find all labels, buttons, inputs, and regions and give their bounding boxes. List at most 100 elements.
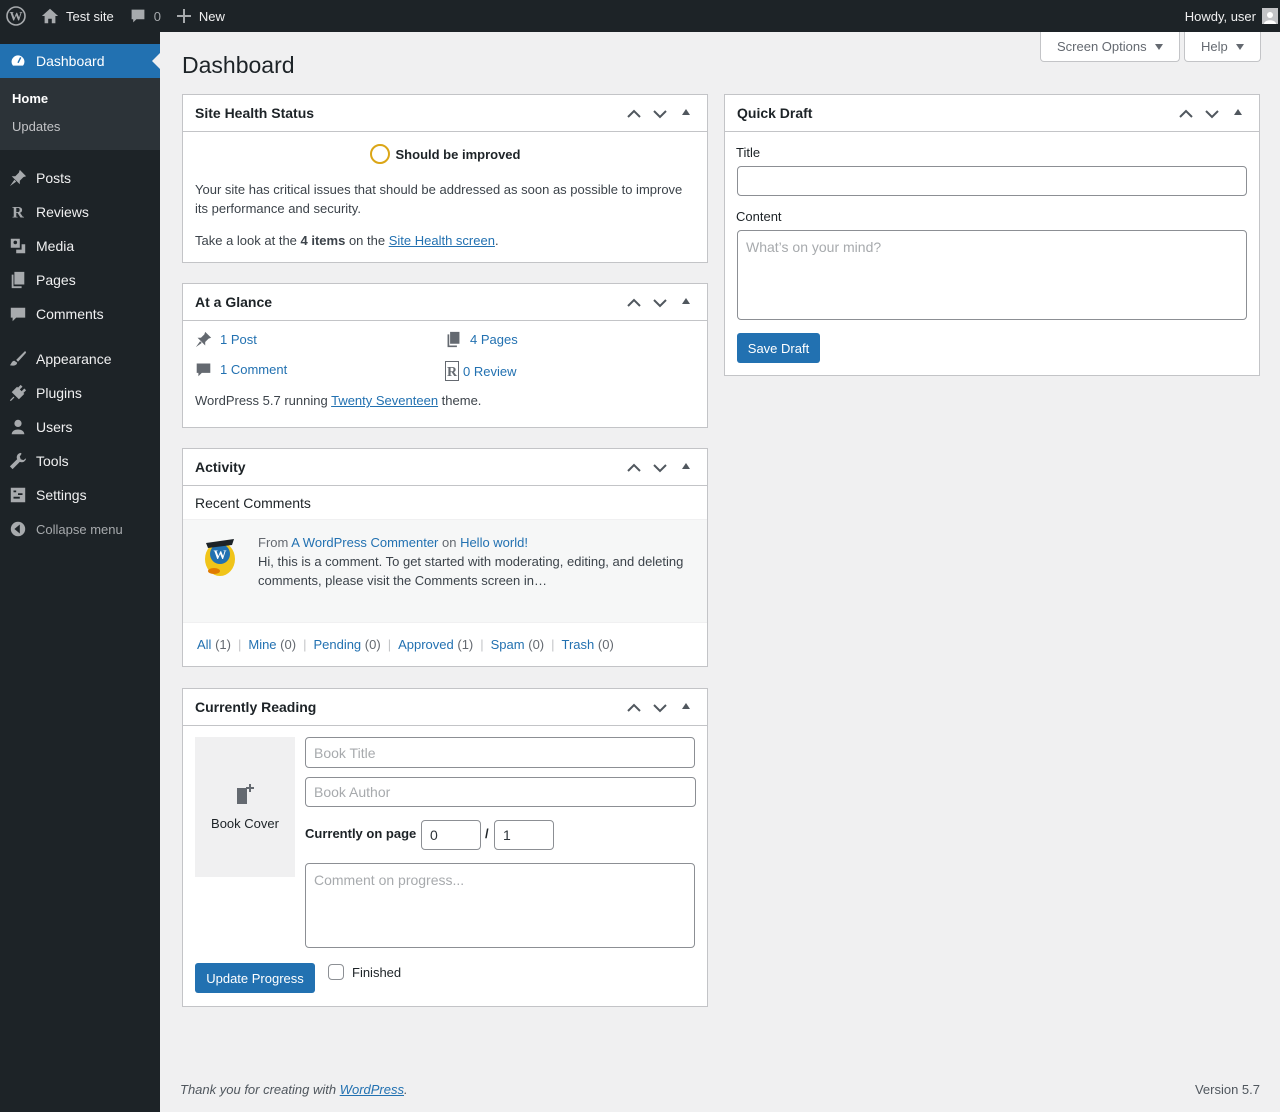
sidebar-item-label: Reviews	[36, 204, 89, 220]
activity-widget: Activity Recent Comments W From A WordPr…	[182, 448, 708, 667]
home-icon	[41, 8, 59, 24]
total-pages-input[interactable]: 1	[494, 820, 554, 850]
filter-mine-link[interactable]: Mine	[248, 637, 276, 652]
screen-options-button[interactable]: Screen Options	[1040, 32, 1180, 62]
comment-post-link[interactable]: Hello world!	[460, 535, 528, 550]
admin-bar: W Test site 0 New Howdy, user	[0, 0, 1280, 32]
widget-title: Activity	[195, 459, 246, 475]
caret-down-icon	[1235, 43, 1244, 50]
book-cover-upload[interactable]: Book Cover	[195, 737, 295, 877]
page-separator: /	[485, 826, 489, 841]
wordpress-link[interactable]: WordPress	[340, 1082, 404, 1097]
footer-version: Version 5.7	[1194, 1082, 1260, 1097]
finished-checkbox[interactable]	[328, 964, 344, 980]
new-label: New	[198, 8, 225, 24]
move-up-icon[interactable]	[621, 96, 647, 132]
comment-excerpt: Hi, this is a comment. To get started wi…	[258, 554, 684, 588]
sidebar-item-appearance[interactable]: Appearance	[0, 342, 160, 376]
book-title-input[interactable]: Book Title	[305, 737, 695, 768]
settings-icon	[0, 486, 36, 504]
collapse-icon	[0, 520, 36, 538]
sidebar-item-reviews[interactable]: R Reviews	[0, 195, 160, 229]
sidebar-item-media[interactable]: Media	[0, 229, 160, 263]
sidebar-item-users[interactable]: Users	[0, 410, 160, 444]
toggle-panel-icon[interactable]	[673, 690, 699, 726]
filter-spam-link[interactable]: Spam	[491, 637, 525, 652]
user-icon	[0, 418, 36, 436]
widget-title: Site Health Status	[195, 105, 315, 121]
comment-filter-links: All (1) | Mine (0) | Pending (0) | Approved…	[197, 637, 614, 652]
filter-trash-link[interactable]: Trash	[562, 637, 595, 652]
toggle-panel-icon[interactable]	[1225, 96, 1251, 132]
filter-all-link[interactable]: All	[197, 637, 211, 652]
move-down-icon[interactable]	[647, 285, 673, 321]
help-label: Help	[1201, 39, 1228, 54]
move-up-icon[interactable]	[1173, 96, 1199, 132]
comments-link[interactable]: 0	[122, 0, 169, 32]
move-down-icon[interactable]	[647, 96, 673, 132]
pin-icon	[195, 331, 212, 348]
draft-content-textarea[interactable]: What’s on your mind?	[737, 230, 1247, 320]
quick-draft-widget: Quick Draft Title Content What’s on your…	[724, 94, 1260, 376]
glance-reviews-link[interactable]: R 0 Review	[445, 361, 516, 381]
submenu-item-home[interactable]: Home	[0, 85, 160, 113]
wp-version-text: WordPress 5.7 running Twenty Seventeen t…	[195, 393, 482, 408]
sidebar-item-label: Pages	[36, 272, 76, 288]
filter-pending-link[interactable]: Pending	[313, 637, 361, 652]
currently-reading-widget: Currently Reading Book Cover Book Title …	[182, 688, 708, 1007]
toggle-panel-icon[interactable]	[673, 285, 699, 321]
book-cover-label: Book Cover	[211, 815, 279, 831]
sidebar-item-label: Tools	[36, 453, 69, 469]
filter-approved-link[interactable]: Approved	[398, 637, 454, 652]
comment-bubble-icon	[131, 9, 145, 23]
sidebar-item-settings[interactable]: Settings	[0, 478, 160, 512]
help-button[interactable]: Help	[1184, 32, 1261, 62]
site-name: Test site	[66, 8, 114, 24]
collapse-menu-button[interactable]: Collapse menu	[0, 512, 160, 546]
sidebar-item-pages[interactable]: Pages	[0, 263, 160, 297]
current-page-input[interactable]: 0	[421, 820, 481, 850]
sidebar-item-plugins[interactable]: Plugins	[0, 376, 160, 410]
dashboard-submenu: Home Updates	[0, 78, 160, 150]
sidebar-item-label: Posts	[36, 170, 72, 186]
sidebar-item-posts[interactable]: Posts	[0, 161, 160, 195]
move-up-icon[interactable]	[621, 450, 647, 486]
submenu-item-updates[interactable]: Updates	[0, 113, 160, 141]
sidebar-item-tools[interactable]: Tools	[0, 444, 160, 478]
move-down-icon[interactable]	[647, 450, 673, 486]
sidebar-item-dashboard[interactable]: Dashboard	[0, 44, 160, 78]
update-progress-button[interactable]: Update Progress	[195, 963, 315, 993]
comment-author-link[interactable]: A WordPress Commenter	[291, 535, 438, 550]
sidebar-item-label: Appearance	[36, 351, 112, 367]
move-down-icon[interactable]	[647, 690, 673, 726]
site-name-link[interactable]: Test site	[33, 0, 122, 32]
theme-link[interactable]: Twenty Seventeen	[331, 393, 438, 408]
brush-icon	[0, 350, 36, 368]
dashboard-icon	[0, 52, 36, 70]
move-up-icon[interactable]	[621, 285, 647, 321]
glance-posts-link[interactable]: 1 Post	[195, 331, 257, 348]
glance-pages-link[interactable]: 4 Pages	[445, 331, 518, 348]
save-draft-button[interactable]: Save Draft	[737, 333, 820, 363]
wordpress-logo-icon[interactable]: W	[0, 0, 33, 32]
current-page-label: Currently on page	[305, 826, 417, 841]
health-status: Should be improved	[183, 144, 707, 164]
health-status-text: Should be improved	[395, 146, 521, 162]
sidebar-item-label: Plugins	[36, 385, 82, 401]
move-up-icon[interactable]	[621, 690, 647, 726]
draft-title-input[interactable]	[737, 166, 1247, 196]
site-health-link[interactable]: Site Health screen	[389, 233, 495, 248]
account-menu[interactable]: Howdy, user	[1177, 0, 1280, 32]
toggle-panel-icon[interactable]	[673, 96, 699, 132]
draft-content-label: Content	[736, 209, 782, 224]
new-content-link[interactable]: New	[169, 0, 233, 32]
progress-comment-textarea[interactable]: Comment on progress...	[305, 863, 695, 948]
sidebar-item-comments[interactable]: Comments	[0, 297, 160, 331]
glance-comments-link[interactable]: 1 Comment	[195, 361, 287, 378]
reviews-icon: R	[0, 203, 36, 221]
glance-pages-label: 4 Pages	[470, 332, 518, 347]
toggle-panel-icon[interactable]	[673, 450, 699, 486]
book-author-input[interactable]: Book Author	[305, 777, 696, 807]
move-down-icon[interactable]	[1199, 96, 1225, 132]
svg-text:W: W	[214, 547, 227, 562]
